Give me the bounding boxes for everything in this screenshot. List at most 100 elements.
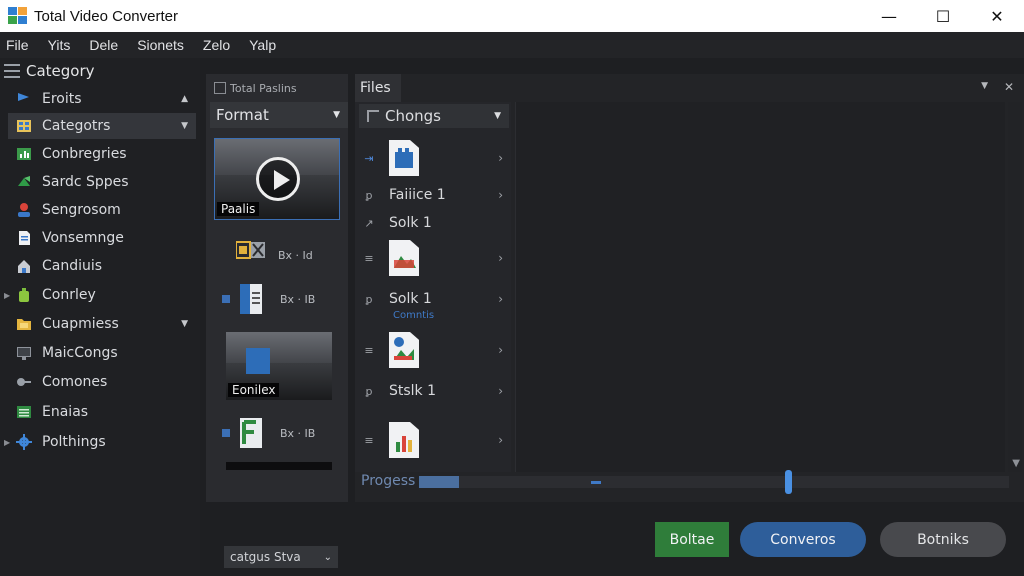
sidebar-item-categotrs[interactable]: Categotrs ▼ — [8, 113, 196, 139]
list-item[interactable]: ⇥ › — [359, 136, 509, 180]
menu-file[interactable]: File — [6, 37, 29, 53]
play-icon[interactable] — [256, 157, 300, 201]
maximize-button[interactable]: ☐ — [916, 0, 970, 32]
sidebar-header-label: Category — [26, 62, 95, 80]
format-dropdown[interactable]: Format ▼ — [210, 102, 348, 128]
menu-yalp[interactable]: Yalp — [249, 37, 276, 53]
chevron-right-icon[interactable]: › — [498, 251, 503, 265]
sidebar-item-label: Cuapmiess — [42, 316, 119, 332]
boltae-button[interactable]: Boltae — [655, 522, 729, 557]
format-row[interactable]: Bx · IB — [222, 284, 315, 314]
convert-button[interactable]: Converos — [740, 522, 866, 557]
progress-slider-handle[interactable] — [785, 470, 792, 494]
chevron-right-icon[interactable]: › — [498, 151, 503, 165]
format-row[interactable]: Bx · Id — [235, 240, 313, 270]
thumbnail-strip — [226, 462, 332, 470]
tab-files[interactable]: Files — [355, 74, 401, 102]
item-type-icon: ꝑ — [365, 188, 373, 202]
chevron-down-icon: ▼ — [494, 111, 501, 121]
list-item-label: Stslk 1 — [389, 383, 437, 399]
category-select[interactable]: catgus Stva ⌄ — [224, 546, 338, 568]
progress-row: Progess — [355, 470, 1024, 494]
sidebar-item-sardc-sppes[interactable]: Sardc Sppes — [8, 169, 196, 195]
collapse-icon[interactable]: ▲ — [181, 94, 188, 104]
video-thumbnail[interactable]: Eonilex — [226, 332, 332, 400]
chevron-right-icon[interactable]: › — [498, 292, 503, 306]
file-content-area[interactable] — [515, 102, 1005, 472]
list-item[interactable]: ≡ › — [359, 236, 509, 280]
list-item[interactable]: ≡ › — [359, 418, 509, 462]
format-panel: Total Paslins Format ▼ Paalis Bx · Id Bx… — [206, 74, 350, 568]
app-logo-icon — [8, 7, 28, 25]
sidebar-item-label: Conbregries — [42, 146, 127, 162]
files-panel: Files ▼ ✕ Chongs ▼ ⇥ › ꝑ Faiiice 1 › ↗ S… — [355, 74, 1024, 502]
chevron-down-icon[interactable]: ▼ — [181, 319, 188, 329]
progress-label: Progess — [361, 473, 416, 489]
chevron-right-icon[interactable]: › — [498, 384, 503, 398]
menu-sionets[interactable]: Sionets — [137, 37, 184, 53]
chevron-right-icon[interactable]: › — [498, 343, 503, 357]
sidebar-item-conrley[interactable]: Conrley — [8, 282, 196, 308]
sidebar-item-enaias[interactable]: Enaias — [8, 399, 196, 425]
format-dropdown-value: Format — [216, 106, 269, 124]
doc-green-icon — [238, 418, 268, 448]
menu-bar: File Yits Dele Sionets Zelo Yalp — [0, 32, 1024, 58]
chevron-right-icon[interactable]: › — [498, 188, 503, 202]
item-type-icon: ꝑ — [365, 384, 373, 398]
list-item[interactable]: ≡ › — [359, 328, 509, 372]
sidebar-item-conbregries[interactable]: Conbregries — [8, 141, 196, 167]
tab-label: Total Paslins — [230, 81, 297, 95]
vertical-scrollbar[interactable] — [1008, 102, 1022, 472]
sidebar-item-label: Sardc Sppes — [42, 174, 129, 190]
progress-marker — [591, 481, 601, 484]
menu-dele[interactable]: Dele — [89, 37, 118, 53]
gear-icon — [16, 434, 32, 450]
doc-chart-icon — [389, 422, 419, 458]
list-lines-icon: ≡ — [364, 251, 374, 265]
list-item[interactable]: ꝑ Stslk 1 › — [359, 376, 509, 406]
format-code: Bx · Id — [278, 248, 313, 262]
close-button[interactable]: ✕ — [970, 0, 1024, 32]
panel-menu-icon[interactable]: ▼ — [981, 81, 988, 91]
progress-bar[interactable] — [419, 470, 1009, 494]
menu-yits[interactable]: Yits — [48, 37, 71, 53]
chevron-right-icon[interactable]: › — [498, 433, 503, 447]
sidebar-item-comones[interactable]: Comones — [8, 369, 196, 395]
app-window: Total Video Converter — ☐ ✕ File Yits De… — [0, 0, 1024, 576]
share-icon — [16, 174, 32, 190]
list-item[interactable]: ꝑ Faiiice 1 › — [359, 180, 509, 210]
sidebar-item-vonsemnge[interactable]: Vonsemnge — [8, 225, 196, 251]
sidebar-item-polthings[interactable]: Polthings — [8, 429, 196, 455]
sidebar-item-label: Eroits — [42, 91, 82, 107]
thumbnail-caption: Paalis — [217, 202, 260, 216]
scroll-down-icon[interactable]: ▼ — [1012, 458, 1020, 469]
category-sidebar: Category Eroits ▲ Categotrs ▼ Conbregrie… — [0, 58, 200, 576]
sidebar-item-cuapmiess[interactable]: Cuapmiess ▼ — [8, 311, 196, 337]
title-bar: Total Video Converter — ☐ ✕ — [0, 0, 1024, 32]
sidebar-item-label: Comones — [42, 374, 108, 390]
list-lines-icon: ≡ — [364, 343, 374, 357]
botniks-button[interactable]: Botniks — [880, 522, 1006, 557]
doc-image-icon — [389, 240, 419, 276]
sidebar-item-label: Vonsemnge — [42, 230, 124, 246]
menu-zelo[interactable]: Zelo — [203, 37, 230, 53]
sidebar-item-sengrosom[interactable]: Sengrosom — [8, 197, 196, 223]
tab-total-paslins[interactable]: Total Paslins — [210, 76, 350, 100]
format-row[interactable]: Bx · IB — [222, 418, 315, 448]
doc-blue-icon — [238, 284, 268, 314]
folder-icon — [16, 316, 32, 332]
selection-bullet — [222, 429, 230, 437]
video-thumbnail[interactable]: Paalis — [214, 138, 340, 220]
list-item[interactable]: ↗ Solk 1 — [359, 208, 509, 238]
sidebar-item-eroits[interactable]: Eroits ▲ — [8, 86, 196, 112]
list-item-label: Solk 1 — [389, 291, 432, 307]
changes-dropdown[interactable]: Chongs ▼ — [359, 104, 509, 128]
list-item-label: Solk 1 — [389, 215, 432, 231]
sidebar-item-candiuis[interactable]: Candiuis — [8, 253, 196, 279]
item-type-icon: ꝑ — [365, 292, 373, 306]
panel-close-icon[interactable]: ✕ — [1004, 80, 1014, 94]
chevron-down-icon[interactable]: ▼ — [181, 121, 188, 131]
sidebar-item-maiccongs[interactable]: MaicCongs — [8, 340, 196, 366]
minimize-button[interactable]: — — [862, 0, 916, 32]
progress-buffer — [419, 476, 459, 488]
